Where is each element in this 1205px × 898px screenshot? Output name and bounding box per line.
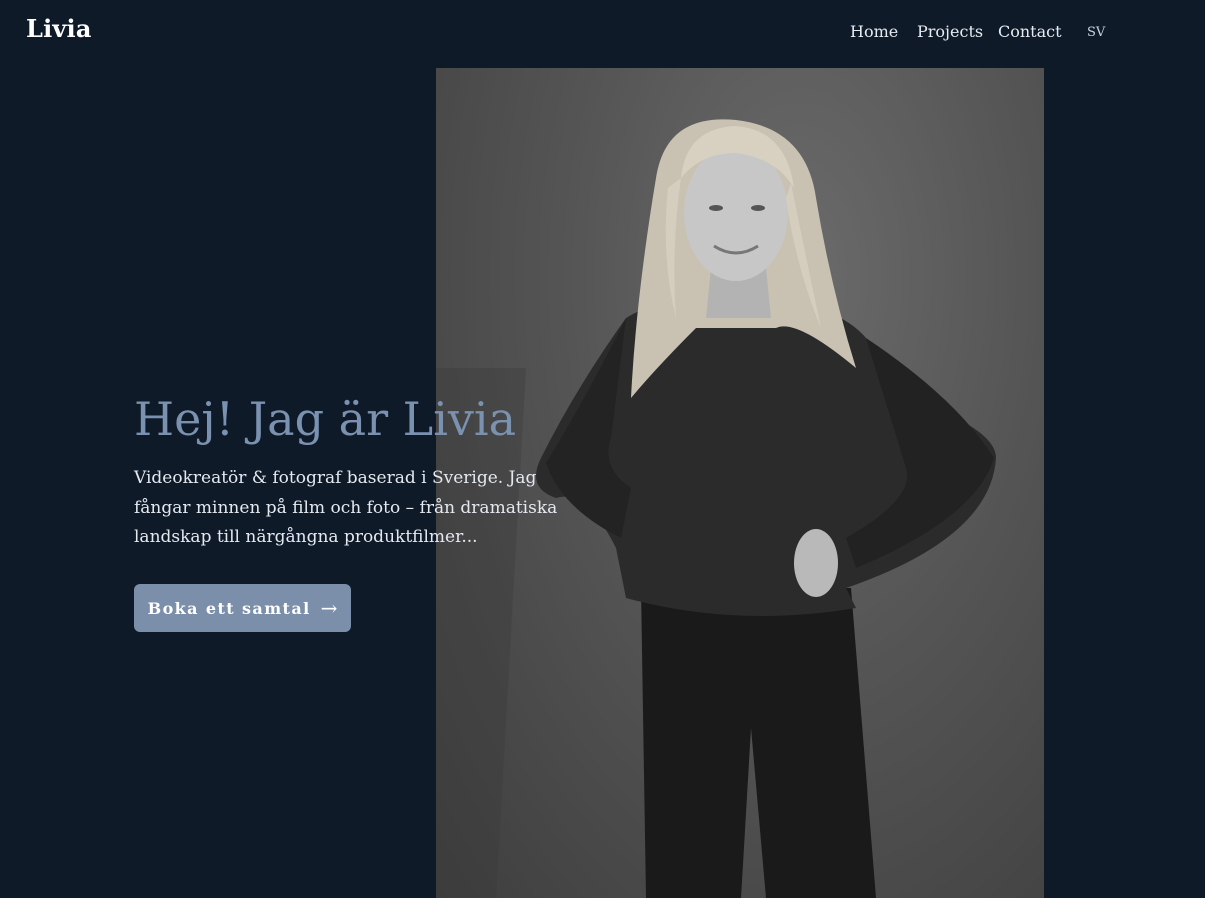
top-navigation: Livia Home Projects Contact SV xyxy=(0,0,1205,64)
language-switcher[interactable]: SV xyxy=(1087,25,1105,40)
brand-logo[interactable]: Livia xyxy=(26,14,92,43)
hero-subtitle: Videokreatör & fotograf baserad i Sverig… xyxy=(134,468,558,547)
book-call-button[interactable]: Boka ett samtal → xyxy=(134,584,351,632)
nav-home-link[interactable]: Home xyxy=(850,22,898,41)
hero-title: Hej! Jag är Livia xyxy=(134,392,517,446)
arrow-right-icon: → xyxy=(320,596,338,620)
nav-projects-link[interactable]: Projects xyxy=(917,22,983,41)
nav-contact-link[interactable]: Contact xyxy=(998,22,1062,41)
book-call-label: Boka ett samtal xyxy=(147,598,311,618)
